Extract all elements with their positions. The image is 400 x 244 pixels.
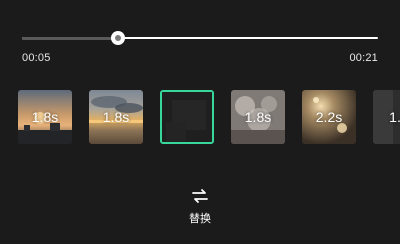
swap-icon	[192, 189, 208, 203]
clip-thumbnail-selected[interactable]	[160, 90, 214, 144]
timeline-played-track	[22, 37, 118, 40]
total-time: 00:21	[349, 52, 378, 64]
clip-thumbnail[interactable]: 1.8s	[231, 90, 285, 144]
clip-duration: 2.2s	[315, 109, 343, 125]
timeline-scrubber[interactable]	[22, 24, 378, 52]
clip-strip[interactable]: 1.8s 1.8s 1.8s 2.2s 1.	[18, 90, 400, 144]
clip-thumbnail[interactable]: 1.8s	[89, 90, 143, 144]
clip-duration: 1.8s	[102, 109, 130, 125]
clip-thumbnail[interactable]: 1.8s	[18, 90, 72, 144]
scrubber-handle[interactable]	[111, 31, 125, 45]
replace-button[interactable]: 替换	[180, 188, 220, 226]
edit-icon[interactable]	[176, 106, 200, 130]
clip-duration: 1.8s	[244, 109, 272, 125]
clip-duration: 1.	[389, 109, 400, 125]
current-time: 00:05	[22, 52, 51, 64]
clip-thumbnail[interactable]: 2.2s	[302, 90, 356, 144]
clip-duration: 1.8s	[31, 109, 59, 125]
replace-label: 替换	[189, 212, 211, 225]
clip-thumbnail[interactable]: 1.	[373, 90, 400, 144]
